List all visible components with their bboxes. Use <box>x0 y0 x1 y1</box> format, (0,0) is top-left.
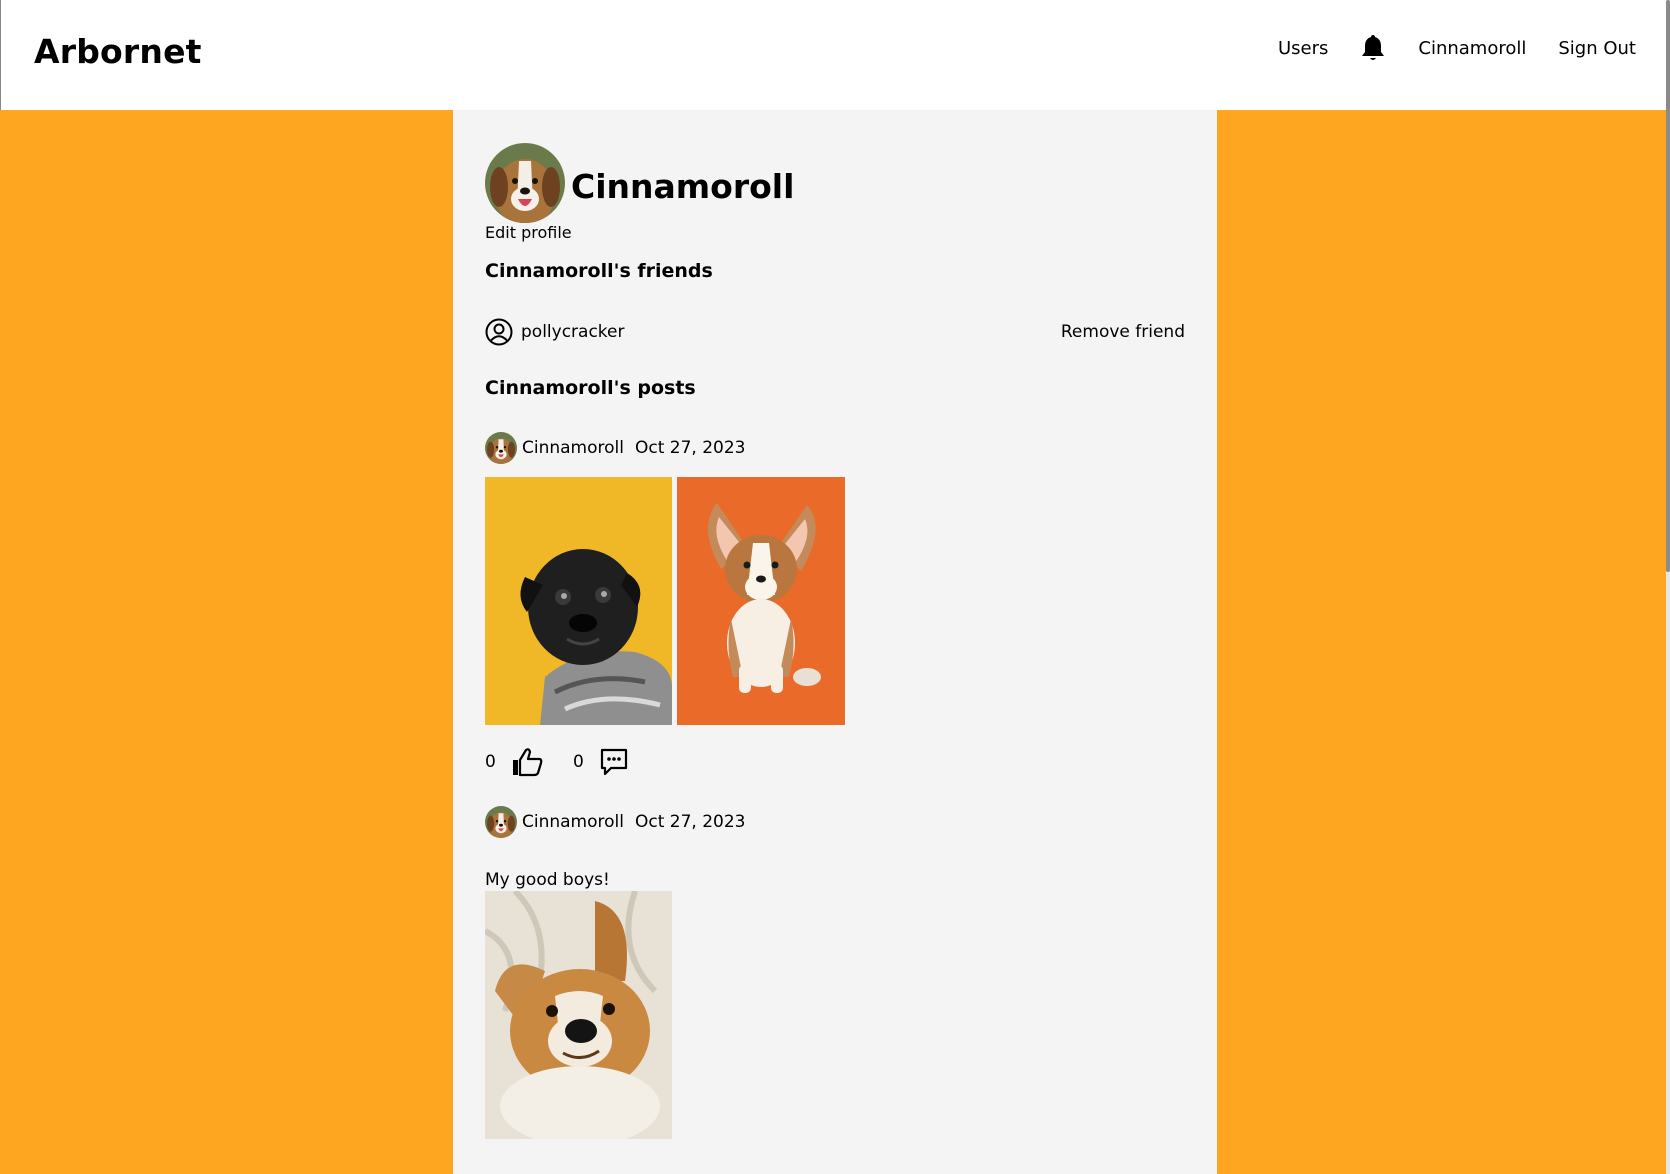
nav-users-link[interactable]: Users <box>1278 38 1328 59</box>
nav-links: Users Cinnamoroll Sign Out <box>1278 34 1636 62</box>
post-reactions: 0 0 <box>485 747 629 777</box>
page-scrollbar[interactable] <box>1666 0 1670 1174</box>
post-text: My good boys! <box>485 870 610 890</box>
post-image-pug[interactable] <box>485 477 672 725</box>
post-date: Oct 27, 2023 <box>634 812 746 832</box>
friend-list-item: pollycracker Remove friend <box>485 317 1185 347</box>
post-image-golden-dog[interactable] <box>485 891 672 1139</box>
posts-heading: Cinnamoroll's posts <box>485 377 696 399</box>
brand-logo[interactable]: Arbornet <box>34 32 202 71</box>
sign-out-link[interactable]: Sign Out <box>1558 38 1636 59</box>
post-author[interactable]: Cinnamoroll <box>522 438 624 458</box>
profile-name: Cinnamoroll <box>571 166 795 206</box>
post-header: Cinnamoroll Oct 27, 2023 <box>485 806 745 838</box>
post-author[interactable]: Cinnamoroll <box>522 812 624 832</box>
profile-header: Cinnamoroll <box>485 143 794 223</box>
post-author-avatar <box>485 806 517 838</box>
scrollbar-thumb[interactable] <box>1666 0 1670 572</box>
comment-count: 0 <box>573 752 584 772</box>
friends-heading: Cinnamoroll's friends <box>485 260 713 282</box>
nav-profile-link[interactable]: Cinnamoroll <box>1418 38 1526 59</box>
post-author-avatar <box>485 432 517 464</box>
friend-username[interactable]: pollycracker <box>521 322 625 342</box>
bell-icon[interactable] <box>1360 34 1386 62</box>
remove-friend-button[interactable]: Remove friend <box>1061 322 1185 342</box>
edit-profile-link[interactable]: Edit profile <box>485 223 572 242</box>
top-navbar: Arbornet Users Cinnamoroll Sign Out <box>0 0 1666 110</box>
thumbs-up-icon[interactable] <box>511 747 543 777</box>
post-header: Cinnamoroll Oct 27, 2023 <box>485 432 745 464</box>
user-circle-icon <box>485 318 513 346</box>
post-date: Oct 27, 2023 <box>634 438 746 458</box>
comment-icon[interactable] <box>599 747 629 777</box>
profile-avatar <box>485 143 565 223</box>
post-image-corgi[interactable] <box>677 477 845 725</box>
profile-content: Cinnamoroll Edit profile Cinnamoroll's f… <box>453 110 1217 1174</box>
like-count: 0 <box>485 752 496 772</box>
